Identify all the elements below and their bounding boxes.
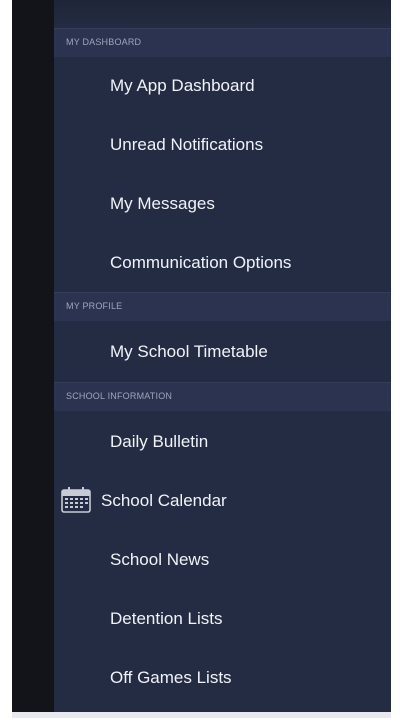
menu-item-my-school-timetable[interactable]: My School Timetable — [54, 324, 391, 380]
bottom-edge — [12, 712, 391, 718]
menu-item-label: My School Timetable — [110, 342, 268, 361]
menu-item-label: Off Games Lists — [110, 668, 232, 687]
menu-item-label: My App Dashboard — [110, 76, 255, 95]
section-header-school-information: SCHOOL INFORMATION — [54, 382, 391, 412]
section-title: SCHOOL INFORMATION — [66, 391, 173, 401]
menu-item-off-games-lists[interactable]: Off Games Lists — [54, 650, 391, 706]
menu-item-label: Unread Notifications — [110, 135, 264, 154]
menu-item-daily-bulletin[interactable]: Daily Bulletin — [54, 414, 391, 470]
menu-item-label: Daily Bulletin — [110, 432, 209, 451]
menu-item-unread-notifications[interactable]: Unread Notifications — [54, 117, 391, 173]
menu-item-label: School News — [110, 550, 210, 569]
drawer-top — [54, 0, 391, 28]
calendar-icon — [61, 487, 91, 513]
menu-item-my-messages[interactable]: My Messages — [54, 176, 391, 232]
section-header-my-dashboard: MY DASHBOARD — [54, 28, 391, 58]
menu-item-label: Detention Lists — [110, 609, 223, 628]
app-screen: MY DASHBOARD My App Dashboard Unread Not… — [0, 0, 401, 718]
section-title: MY DASHBOARD — [66, 37, 142, 47]
menu-item-communication-options[interactable]: Communication Options — [54, 235, 391, 291]
menu-item-label: My Messages — [110, 194, 215, 213]
menu-item-school-news[interactable]: School News — [54, 532, 391, 588]
navigation-drawer: MY DASHBOARD My App Dashboard Unread Not… — [54, 0, 391, 712]
section-title: MY PROFILE — [66, 301, 123, 311]
section-header-my-profile: MY PROFILE — [54, 292, 391, 322]
menu-item-label: Communication Options — [110, 253, 292, 272]
menu-item-label: School Calendar — [101, 491, 227, 510]
menu-item-my-app-dashboard[interactable]: My App Dashboard — [54, 58, 391, 114]
menu-item-detention-lists[interactable]: Detention Lists — [54, 591, 391, 647]
menu-item-school-calendar[interactable]: School Calendar — [54, 473, 391, 529]
left-edge-strip — [12, 0, 54, 712]
